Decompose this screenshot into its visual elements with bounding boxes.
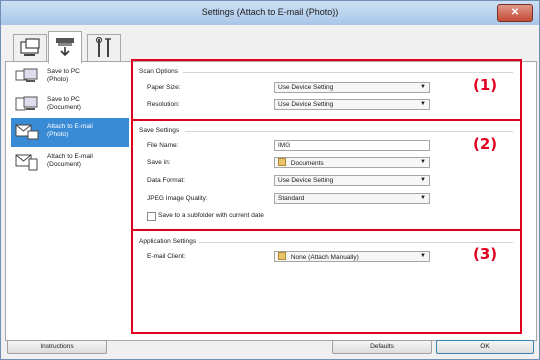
tools-icon — [95, 36, 111, 57]
paper-size-value: Use Device Setting — [278, 84, 334, 91]
sidebar-item-label: Attach to E-mail (Photo) — [47, 123, 93, 138]
chevron-down-icon: ▼ — [420, 195, 426, 201]
settings-window: Settings (Attach to E-mail (Photo)) ✕ Sa… — [0, 0, 540, 360]
paper-size-select[interactable]: Use Device Setting ▼ — [274, 82, 430, 93]
jpeg-quality-value: Standard — [278, 195, 305, 202]
jpeg-quality-select[interactable]: Standard ▼ — [274, 193, 430, 204]
close-icon: ✕ — [510, 7, 520, 18]
save-in-value: Documents — [290, 160, 324, 167]
sidebar-item-label: Attach to E-mail (Document) — [47, 153, 93, 168]
save-settings-title: Save Settings — [139, 127, 180, 134]
title-bar: Settings (Attach to E-mail (Photo)) ✕ — [1, 1, 539, 25]
sidebar-item-attach-email-document[interactable]: Attach to E-mail (Document) — [11, 148, 129, 177]
chevron-down-icon: ▼ — [420, 84, 426, 90]
close-button[interactable]: ✕ — [497, 4, 533, 22]
data-format-value: Use Device Setting — [278, 177, 334, 184]
save-to-pc-document-icon — [15, 96, 38, 111]
tab-general-settings[interactable] — [87, 34, 121, 63]
sidebar-item-label: Save to PC (Document) — [47, 96, 81, 111]
chevron-down-icon: ▼ — [420, 177, 426, 183]
save-in-label: Save in: — [147, 159, 171, 166]
email-client-icon — [278, 252, 286, 260]
subfolder-label: Save to a subfolder with current date — [158, 212, 264, 219]
email-photo-icon — [15, 124, 39, 140]
save-settings-divider — [185, 131, 513, 132]
scanner-panel-icon — [56, 38, 74, 57]
email-client-select[interactable]: None (Attach Manually) ▼ — [274, 251, 430, 262]
file-name-input[interactable]: IMG — [274, 140, 430, 151]
sidebar-item-attach-email-photo[interactable]: Attach to E-mail (Photo) — [11, 118, 129, 147]
chevron-down-icon: ▼ — [420, 101, 426, 107]
paper-size-label: Paper Size: — [147, 84, 181, 91]
resolution-select[interactable]: Use Device Setting ▼ — [274, 99, 430, 110]
email-client-value: None (Attach Manually) — [290, 254, 359, 261]
resolution-value: Use Device Setting — [278, 101, 334, 108]
data-format-select[interactable]: Use Device Setting ▼ — [274, 175, 430, 186]
marker-3: (3) — [473, 245, 498, 263]
sidebar-item-label: Save to PC (Photo) — [47, 68, 80, 83]
scan-options-title: Scan Options — [139, 68, 179, 75]
sidebar-item-save-to-pc-document[interactable]: Save to PC (Document) — [11, 91, 129, 120]
tab-scan-from-panel[interactable] — [48, 31, 82, 64]
tab-scan-from-computer[interactable] — [13, 34, 47, 63]
email-document-icon — [15, 154, 38, 171]
resolution-label: Resolution: — [147, 101, 180, 108]
marker-2: (2) — [473, 135, 498, 153]
save-in-select[interactable]: Documents ▼ — [274, 157, 430, 168]
file-name-value: IMG — [278, 142, 291, 149]
sidebar-item-save-to-pc-photo[interactable]: Save to PC (Photo) — [11, 63, 129, 92]
defaults-button[interactable]: Defaults — [332, 340, 432, 354]
computer-scanner-icon — [20, 38, 40, 56]
window-title: Settings (Attach to E-mail (Photo)) — [201, 7, 339, 17]
ok-button[interactable]: OK — [436, 340, 534, 354]
chevron-down-icon: ▼ — [420, 159, 426, 165]
file-name-label: File Name: — [147, 142, 179, 149]
folder-icon — [278, 158, 286, 166]
data-format-label: Data Format: — [147, 177, 185, 184]
jpeg-quality-label: JPEG Image Quality: — [147, 195, 208, 202]
application-settings-divider — [199, 242, 513, 243]
instructions-button[interactable]: Instructions — [7, 340, 107, 354]
chevron-down-icon: ▼ — [420, 253, 426, 259]
application-settings-title: Application Settings — [139, 238, 197, 245]
scan-options-divider — [183, 72, 513, 73]
email-client-label: E-mail Client: — [147, 253, 186, 260]
save-to-pc-photo-icon — [15, 68, 38, 82]
subfolder-checkbox[interactable] — [147, 212, 156, 221]
marker-1: (1) — [473, 76, 498, 94]
